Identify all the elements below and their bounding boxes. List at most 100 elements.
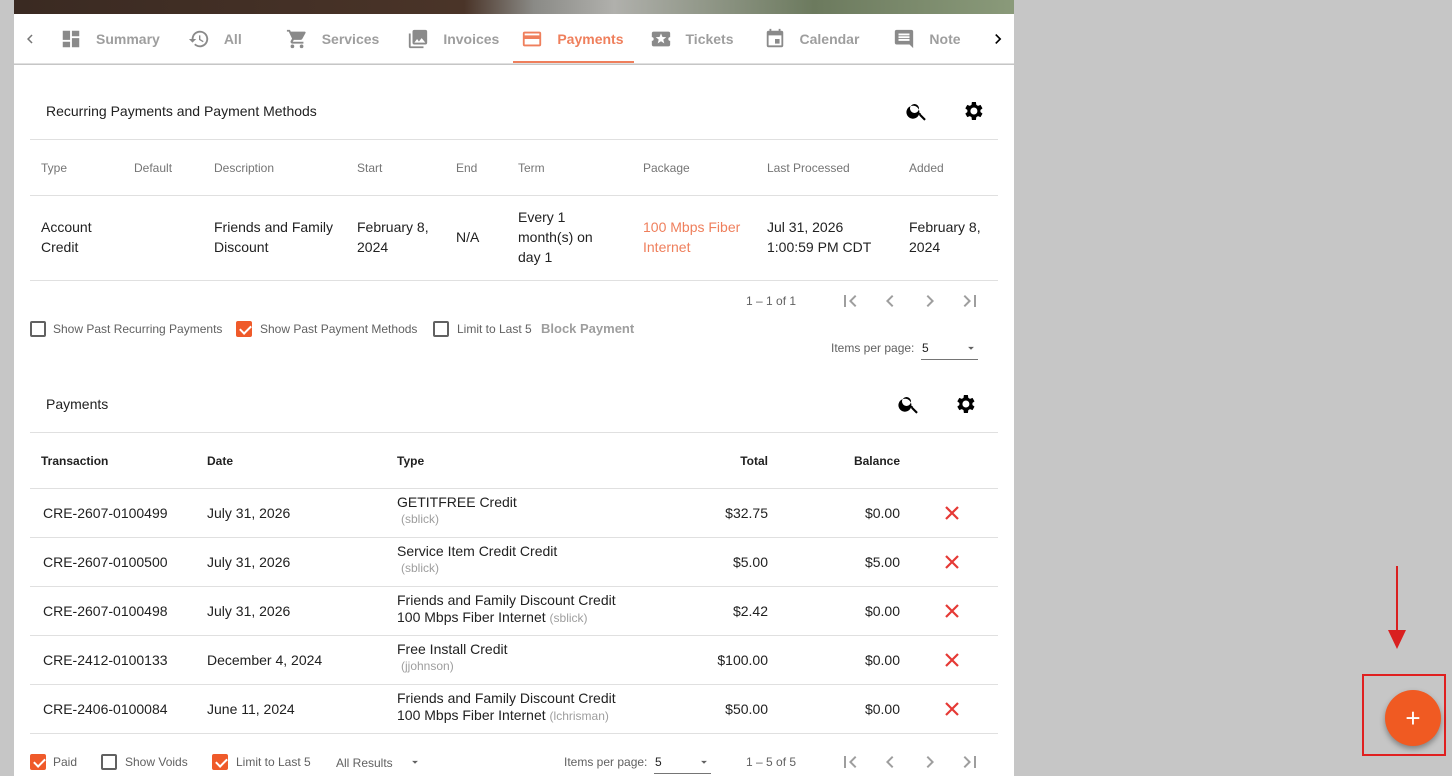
tab-services[interactable]: Services <box>256 14 394 63</box>
tab-payments-label: Payments <box>557 30 624 47</box>
next-page-icon[interactable] <box>918 289 942 313</box>
payment-transaction: CRE-2607-0100500 <box>43 554 168 570</box>
payment-balance: $0.00 <box>864 701 900 717</box>
tab-notes-label: Note <box>929 30 961 47</box>
payments-limit-last5-checkbox[interactable] <box>212 754 228 770</box>
prev-page-icon[interactable] <box>878 289 902 313</box>
payment-row[interactable]: CRE-2412-0100133 December 4, 2024 Free I… <box>30 636 998 685</box>
payment-total: $2.42 <box>732 603 768 619</box>
payment-row[interactable]: CRE-2607-0100500 July 31, 2026 Service I… <box>30 538 998 587</box>
recurring-settings-button[interactable] <box>961 99 985 123</box>
chevron-left-icon <box>27 34 33 43</box>
tab-invoices-label: Invoices <box>443 30 500 47</box>
dashboard-icon <box>62 30 80 47</box>
tabs-scroll-left-button[interactable] <box>14 14 46 63</box>
col-package: Package <box>643 161 690 175</box>
search-icon <box>906 104 926 121</box>
payments-panel: Recurring Payments and Payment Methods T… <box>14 65 1014 776</box>
col-payment-type: Type <box>397 454 425 468</box>
show-past-recurring-checkbox[interactable] <box>30 321 46 337</box>
payment-type: Friends and Family Discount Credit 100 Mb… <box>397 592 616 625</box>
delete-x-icon[interactable] <box>945 653 959 667</box>
tab-notes[interactable]: Note <box>873 14 974 63</box>
payment-date: July 31, 2026 <box>207 554 291 570</box>
recurring-added: February 8, 2024 <box>909 219 981 255</box>
limit-last5-checkbox[interactable] <box>433 321 449 337</box>
payments-settings-button[interactable] <box>953 392 977 416</box>
tab-summary[interactable]: Summary <box>46 14 174 63</box>
recurring-search-button[interactable] <box>905 99 929 123</box>
payment-balance: $5.00 <box>864 554 900 570</box>
col-default: Default <box>134 161 173 175</box>
ticket-icon <box>651 31 670 46</box>
recurring-table-header: Type Default Description Start End Term … <box>30 139 998 196</box>
col-transaction: Transaction <box>41 454 109 468</box>
delete-x-icon[interactable] <box>945 506 959 520</box>
payments-items-per-page-select[interactable]: 5 <box>654 750 711 774</box>
recurring-items-per-page-select[interactable]: 5 <box>921 336 978 360</box>
payment-row[interactable]: CRE-2406-0100084 June 11, 2024 Friends a… <box>30 685 998 734</box>
show-past-methods-label: Show Past Payment Methods <box>260 322 418 336</box>
payments-search-button[interactable] <box>897 392 921 416</box>
dropdown-arrow-icon <box>968 346 974 350</box>
recurring-type: Account Credit <box>41 219 92 255</box>
prev-page-icon[interactable] <box>878 750 902 774</box>
tab-tickets-label: Tickets <box>685 30 734 47</box>
tab-invoices[interactable]: Invoices <box>393 14 513 63</box>
payment-balance: $0.00 <box>864 505 900 521</box>
last-page-icon[interactable] <box>958 750 982 774</box>
delete-x-icon[interactable] <box>945 604 959 618</box>
recurring-term: Every 1 month(s) on day 1 <box>518 209 593 265</box>
payment-row[interactable]: CRE-2607-0100498 July 31, 2026 Friends a… <box>30 587 998 636</box>
recurring-description: Friends and Family Discount <box>214 219 334 255</box>
tab-tickets[interactable]: Tickets <box>634 14 748 63</box>
recurring-range-label: 1 – 1 of 1 <box>746 294 797 308</box>
payment-date: June 11, 2024 <box>207 701 295 717</box>
next-page-icon[interactable] <box>918 750 942 774</box>
recurring-package-link[interactable]: 100 Mbps Fiber Internet <box>643 217 740 257</box>
paid-checkbox[interactable] <box>30 754 46 770</box>
col-description: Description <box>214 161 275 175</box>
tab-all-label: All <box>223 30 242 47</box>
payment-total: $100.00 <box>717 652 768 668</box>
add-fab-button[interactable]: + <box>1385 690 1441 746</box>
delete-x-icon[interactable] <box>945 702 959 716</box>
delete-x-icon[interactable] <box>945 555 959 569</box>
tab-calendar[interactable]: Calendar <box>748 14 874 63</box>
col-added: Added <box>909 161 944 175</box>
dropdown-arrow-icon <box>701 760 707 764</box>
payment-type: Service Item Credit Credit (sblick) <box>397 543 558 575</box>
paid-label: Paid <box>53 755 78 769</box>
payment-date: July 31, 2026 <box>207 505 291 521</box>
payment-row[interactable]: CRE-2607-0100499 July 31, 2026 GETITFREE… <box>30 489 998 538</box>
payments-items-per-page-value: 5 <box>655 755 662 769</box>
payment-total: $50.00 <box>725 701 768 717</box>
tab-services-label: Services <box>321 30 380 47</box>
show-voids-checkbox[interactable] <box>101 754 117 770</box>
chevron-right-icon <box>995 33 1002 44</box>
first-page-icon[interactable] <box>838 750 862 774</box>
payments-limit-last5-label: Limit to Last 5 <box>236 755 311 769</box>
payment-type: GETITFREE Credit (sblick) <box>397 494 517 526</box>
block-payment-button[interactable]: Block Payment <box>541 321 634 336</box>
credit-card-icon <box>523 31 542 46</box>
col-type: Type <box>41 161 68 175</box>
history-icon <box>188 30 209 47</box>
recurring-row[interactable]: Account Credit Friends and Family Discount… <box>30 196 998 281</box>
tabs-scroll-right-button[interactable] <box>982 14 1014 63</box>
payment-transaction: CRE-2607-0100498 <box>43 603 168 619</box>
recurring-items-per-page-value: 5 <box>922 341 929 355</box>
payments-items-per-page-label: Items per page: <box>564 755 648 769</box>
tab-bar: Summary All Services Invoices Payments T… <box>14 14 1014 64</box>
results-filter-select[interactable]: All Results <box>336 749 422 773</box>
show-past-methods-checkbox[interactable] <box>236 321 252 337</box>
last-page-icon[interactable] <box>958 289 982 313</box>
tab-all[interactable]: All <box>174 14 256 63</box>
first-page-icon[interactable] <box>838 289 862 313</box>
gear-icon <box>965 102 983 120</box>
calendar-icon <box>766 28 783 47</box>
col-balance: Balance <box>853 454 900 468</box>
payment-type: Friends and Family Discount Credit 100 Mb… <box>397 690 616 723</box>
tab-payments[interactable]: Payments <box>513 14 634 63</box>
payment-total: $5.00 <box>732 554 768 570</box>
